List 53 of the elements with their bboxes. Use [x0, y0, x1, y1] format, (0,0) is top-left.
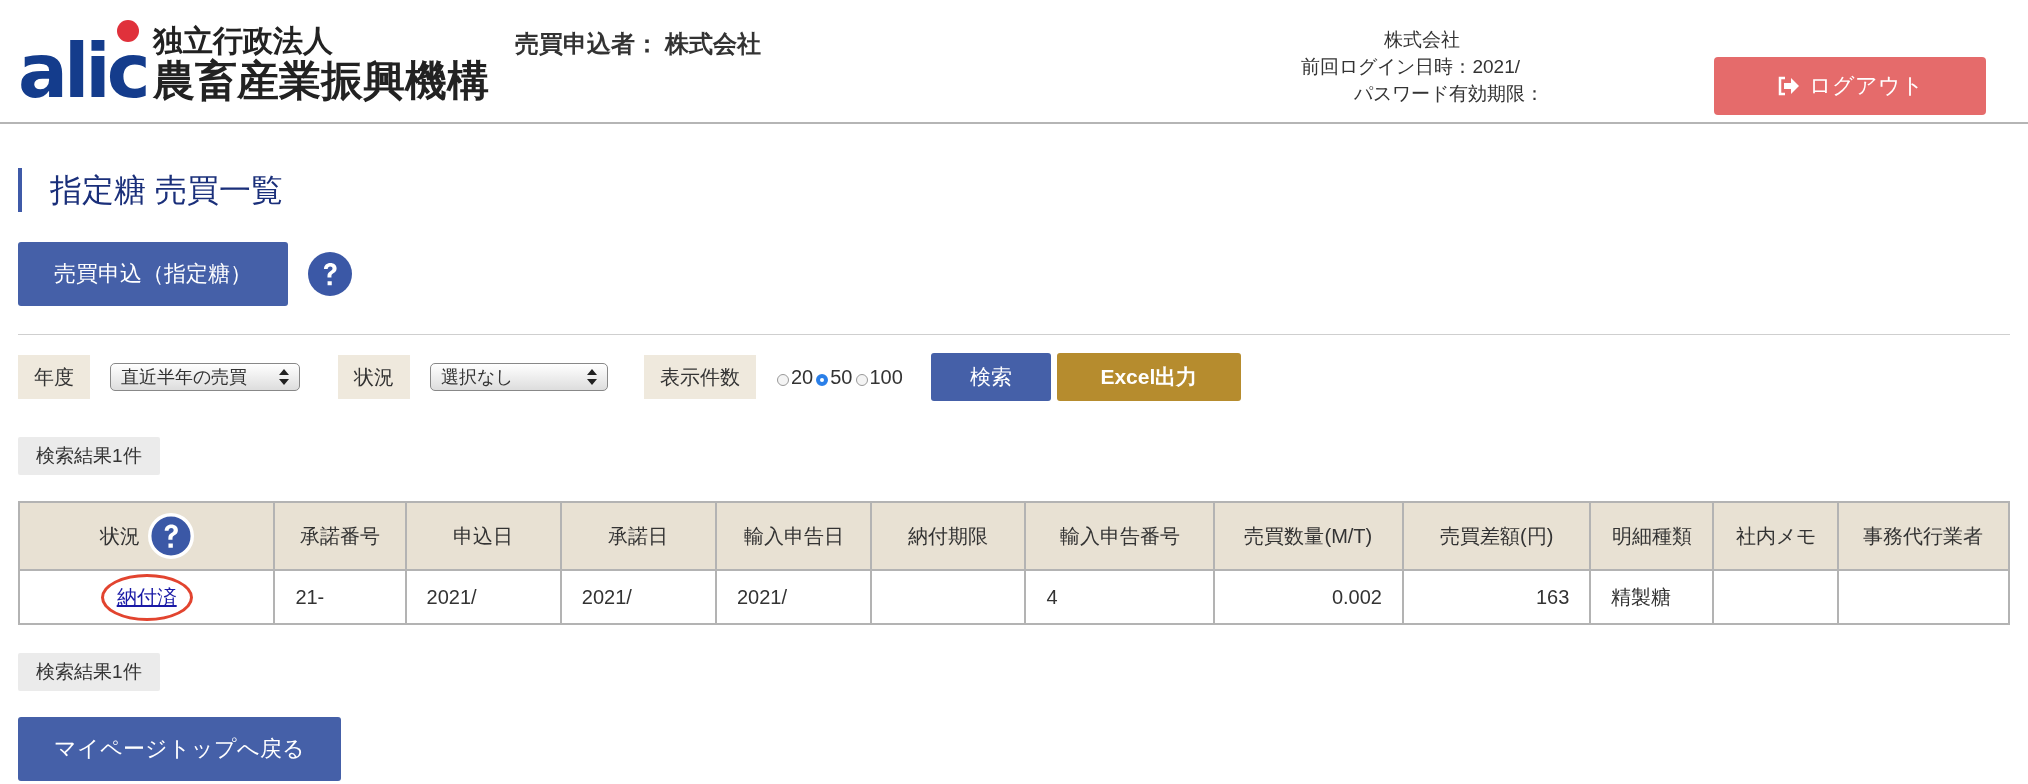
filter-label: 表示件数 [644, 355, 756, 399]
table-cell: 2021/ [405, 570, 561, 624]
applicant-name: 売買申込者： 株式会社 [514, 29, 762, 59]
search-button[interactable]: 検索 [930, 353, 1051, 401]
column-header: 輸入申告日 [716, 502, 872, 570]
apply-button[interactable]: 売買申込（指定糖） [18, 242, 288, 306]
column-header: 売買数量(M/T) [1213, 502, 1403, 570]
column-header: 輸入申告番号 [1025, 502, 1214, 570]
radio-label: 100 [869, 365, 903, 389]
excel-export-button[interactable]: Excel出力 [1056, 353, 1241, 401]
logout-icon [1776, 76, 1799, 96]
result-count: 検索結果1件 [18, 653, 160, 691]
column-header: 売買差額(円) [1403, 502, 1591, 570]
radio-label: 50 [830, 365, 853, 389]
column-header: 納付期限 [871, 502, 1026, 570]
column-header: 申込日 [405, 502, 561, 570]
status-select[interactable]: 選択なし [430, 363, 608, 391]
radio-button[interactable] [816, 374, 829, 386]
dropdown-arrows-icon [587, 369, 597, 385]
help-icon[interactable] [308, 252, 352, 296]
logo-mark: alic [18, 42, 147, 100]
password-expiry: パスワード有効期限： [1354, 82, 1544, 106]
dropdown-arrows-icon [279, 369, 289, 385]
column-header: 承諾番号 [274, 502, 406, 570]
table-cell: 21- [274, 570, 406, 624]
last-login: 前回ログイン日時：2021/ [1301, 55, 1520, 79]
table-cell: 4 [1025, 570, 1214, 624]
company-name: 株式会社 [1384, 28, 1460, 52]
help-icon[interactable] [147, 513, 194, 559]
table-cell: 163 [1403, 570, 1591, 624]
page-title: 指定糖 売買一覧 [18, 168, 2010, 212]
logo-dot-icon [117, 20, 139, 42]
filter-label: 状況 [338, 355, 410, 399]
table-cell: 精製糖 [1590, 570, 1714, 624]
status-link[interactable]: 納付済 [116, 585, 177, 608]
column-header: 事務代行業者 [1837, 502, 2009, 570]
logo-text: 独立行政法人 [152, 24, 334, 58]
column-header: 承諾日 [560, 502, 716, 570]
column-header: 明細種類 [1590, 502, 1714, 570]
logout-button[interactable]: ログアウト [1714, 57, 1986, 115]
logo-text: 農畜産業振興機構 [152, 58, 489, 104]
filter-label: 年度 [18, 355, 90, 399]
year-select[interactable]: 直近半年の売買 [110, 363, 300, 391]
radio-label: 20 [791, 365, 814, 389]
radio-button[interactable] [777, 374, 789, 386]
column-header: 社内メモ [1713, 502, 1838, 570]
radio-button[interactable] [855, 374, 868, 386]
table-cell: 0.002 [1213, 570, 1403, 624]
back-button[interactable]: マイページトップへ戻る [18, 717, 341, 781]
header-text: 状況 [99, 523, 140, 549]
result-count: 検索結果1件 [18, 437, 160, 475]
table-cell: 2021/ [560, 570, 716, 624]
table-cell: 2021/ [716, 570, 872, 624]
